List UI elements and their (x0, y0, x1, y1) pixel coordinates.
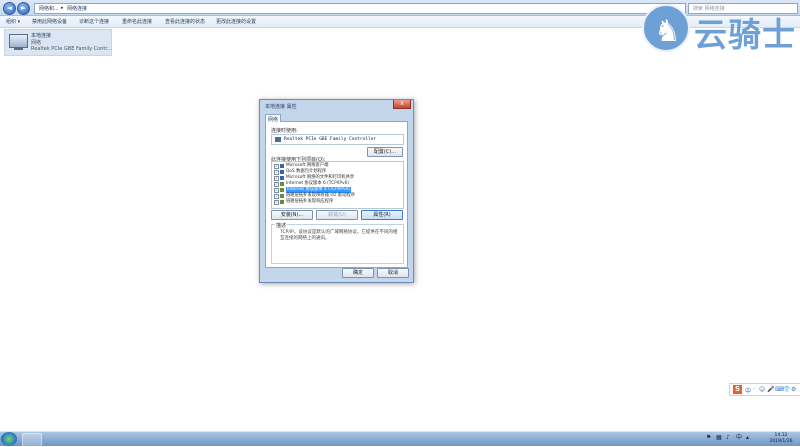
tab-network[interactable]: 网络 (265, 114, 281, 123)
install-button[interactable]: 安装(N)... (271, 210, 313, 220)
view-status-button[interactable]: 查看此连接的状态 (165, 18, 205, 25)
punctuation-icon[interactable]: · (753, 386, 755, 393)
brand-logo-text: 云骑士 (694, 15, 796, 54)
chinese-mode-icon[interactable]: 中 (745, 386, 751, 395)
ime-toolbar: S 中 · ☺ 🎤 ⌨ 👕 ⚙ (729, 383, 800, 396)
emoji-icon[interactable]: ☺ (759, 386, 765, 393)
protocol-icon (280, 182, 284, 186)
list-item-label: 链路层拓扑发现响应程序 (286, 199, 334, 204)
uninstall-button[interactable]: 卸载(U) (316, 210, 358, 220)
properties-dialog: 本地连接 属性 x 网络 连接时使用: Realtek PCIe GBE Fam… (259, 99, 414, 283)
network-card-icon (275, 137, 281, 142)
network-tray-icon[interactable]: ▦ (716, 435, 722, 441)
knight-on-horse-icon: ♞ (642, 4, 690, 52)
skin-icon[interactable]: 👕 (783, 386, 790, 393)
taskbar: ⚑ ▦ ♪ 中 ▴ 14:32 2019/1/26 (0, 431, 800, 447)
close-icon: x (400, 100, 404, 107)
client-icon (280, 164, 284, 168)
forward-arrow-icon: ► (20, 4, 27, 12)
organize-menu[interactable]: 组织 ▾ (6, 18, 20, 25)
network-adapter-tile[interactable]: 本地连接 网络 Realtek PCIe GBE Family Contr... (4, 29, 112, 56)
disable-device-button[interactable]: 禁用此网络设备 (32, 18, 67, 25)
adapter-display-name: Realtek PCIe GBE Family Controller (284, 137, 377, 142)
clock[interactable]: 14:32 2019/1/26 (766, 433, 796, 444)
close-button[interactable]: x (393, 100, 411, 109)
description-group: 描述 TCP/IP。该协议是默认的广域网络协议，它提供在不同的相互连接的网络上的… (271, 222, 404, 264)
protocol-icon (280, 188, 284, 192)
connect-using-label: 连接时使用: (271, 128, 298, 134)
address-input[interactable]: 网络和... ▸ 网络连接 (34, 3, 686, 14)
service-icon (280, 170, 284, 174)
change-settings-button[interactable]: 更改此连接的设置 (216, 18, 256, 25)
list-item[interactable]: ✓ 链路层拓扑发现响应程序 (274, 199, 401, 205)
network-tab-panel: 连接时使用: Realtek PCIe GBE Family Controlle… (265, 121, 408, 268)
properties-button[interactable]: 属性(R) (361, 210, 403, 220)
sogou-logo-icon[interactable]: S (733, 385, 742, 394)
service-icon (280, 176, 284, 180)
brand-logo: ♞ 云骑士 (640, 0, 800, 56)
adapter-device: Realtek PCIe GBE Family Contr... (31, 46, 112, 52)
back-arrow-icon: ◄ (6, 4, 13, 12)
protocol-icon (280, 194, 284, 198)
start-button[interactable] (1, 432, 17, 446)
back-button[interactable]: ◄ (3, 2, 16, 15)
configure-button[interactable]: 配置(C)... (367, 147, 403, 157)
forward-button[interactable]: ► (17, 2, 30, 15)
microphone-icon[interactable]: 🎤 (767, 386, 774, 393)
volume-icon[interactable]: ♪ (726, 435, 732, 441)
adapter-display: Realtek PCIe GBE Family Controller (271, 134, 404, 145)
cancel-button[interactable]: 取消 (377, 268, 409, 278)
rename-button[interactable]: 重命名此连接 (122, 18, 152, 25)
description-text: TCP/IP。该协议是默认的广域网络协议，它提供在不同的相互连接的网络上的通讯。 (280, 230, 398, 241)
tray-overflow-icon[interactable]: ▴ (746, 435, 752, 441)
diagnose-button[interactable]: 诊断这个连接 (79, 18, 109, 25)
components-list[interactable]: ✓ Microsoft 网络客户端 ✓ QoS 数据包计划程序 ✓ Microsoft… (271, 161, 404, 209)
breadcrumb-item[interactable]: 网络连接 (67, 5, 87, 12)
network-adapter-icon (9, 34, 28, 50)
tab-label: 网络 (268, 117, 279, 123)
adapter-name: 本地连接 (31, 33, 52, 39)
adapter-status: 网络 (31, 40, 42, 46)
flag-icon[interactable]: ⚑ (706, 435, 712, 441)
settings-icon[interactable]: ⚙ (791, 386, 796, 393)
breadcrumb-separator: ▸ (61, 5, 64, 11)
clock-date: 2019/1/26 (769, 438, 793, 444)
dialog-title: 本地连接 属性 (265, 104, 297, 110)
breadcrumb-item[interactable]: 网络和... (39, 5, 59, 12)
description-label: 描述 (275, 222, 288, 229)
protocol-icon (280, 200, 284, 204)
checkbox[interactable]: ✓ (274, 200, 279, 205)
ime-tray-icon[interactable]: 中 (736, 435, 742, 441)
ok-button[interactable]: 确定 (342, 268, 374, 278)
